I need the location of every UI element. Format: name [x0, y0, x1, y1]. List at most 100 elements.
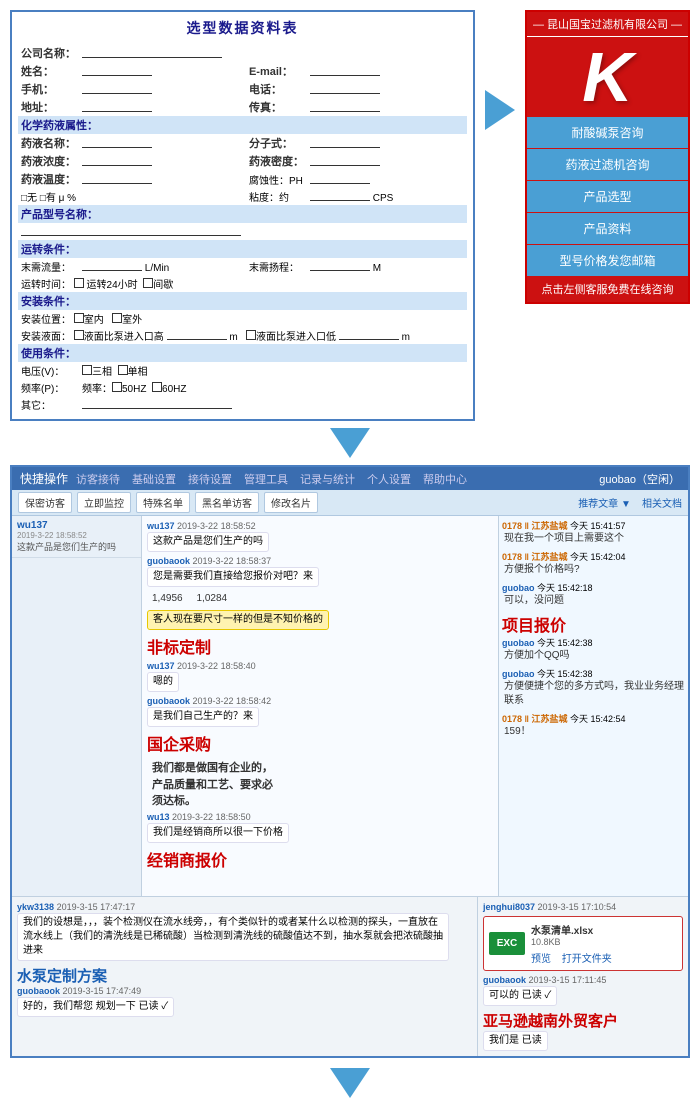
right-header-0178-3: 0178 ‖ 江苏盐城 今天 15:42:54 [502, 712, 685, 725]
bottom-header-guobao: guobaook 2019-3-15 17:47:49 [17, 986, 472, 996]
drug-name-label: 药液名称： [18, 134, 79, 152]
menu-item-model[interactable]: 产品选型 [527, 181, 688, 212]
right-time-guobao-3: 今天 15:42:38 [537, 669, 593, 679]
model-field [21, 224, 241, 236]
address-field [82, 100, 152, 112]
bottom-user-guobao: guobaook [17, 986, 60, 996]
annotation-feiding: 非标定制 [147, 634, 493, 658]
bottom-header-ykw: ykw3138 2019-3-15 17:47:17 [17, 902, 472, 912]
company-header: — 昆山国宝过滤机有限公司 — [527, 12, 688, 37]
voltage-label: 电压(V)： [18, 362, 79, 379]
cli-preview-wu137: 这款产品是您们生产的吗 [17, 540, 136, 553]
nav-reception[interactable]: 接待设置 [188, 471, 232, 487]
annotation-amazon: 亚马逊越南外贸客户 [483, 1013, 618, 1030]
usage-section-header: 使用条件： [18, 344, 467, 362]
right-header-0178-2: 0178 ‖ 江苏盐城 今天 15:42:04 [502, 550, 685, 563]
right-text-0178-1: 现在我一个项目上需要这个 [502, 532, 685, 546]
chemical-section-header: 化学药液属性： [18, 116, 467, 134]
bottom-right-time-guobao2: 2019-3-15 17:11:45 [529, 975, 607, 985]
menu-item-price[interactable]: 型号价格发您邮箱 [527, 245, 688, 276]
top-section: 选型数据资料表 公司名称： 姓名： E-mail： 手机： 电话： 地址： [0, 0, 700, 426]
chat-section: 快捷操作 访客接待 基础设置 接待设置 管理工具 记录与统计 个人设置 帮助中心… [10, 465, 690, 1058]
menu-item-filter[interactable]: 药液过滤机咨询 [527, 149, 688, 180]
toolbar-special-btn[interactable]: 特殊名单 [136, 492, 190, 513]
msg-user-wu137-1: wu137 [147, 521, 175, 531]
company-footer: 点击左侧客服免费在线咨询 [527, 276, 688, 302]
freq-label: 频率(P)： [18, 379, 79, 396]
msg-bubble-wu137-2: 嗯的 [147, 672, 179, 692]
toolbar-docs[interactable]: 相关文档 [642, 499, 682, 510]
msg-bubble-guobao-1: 您是需要我们直接给您报价对吧？来 [147, 567, 319, 587]
other-label: 其它： [18, 396, 79, 413]
msg-user-guobao-1: guobaook [147, 556, 190, 566]
chat-toolbar2: 保密访客 立即监控 特殊名单 黑名单访客 修改名片 推荐文章 ▼ 相关文档 [12, 490, 688, 516]
file-attachment: EXC 水泵清单.xlsx 10.8KB 预览 打开文件夹 [483, 916, 683, 971]
other-field [82, 397, 232, 409]
bottom-user-ykw: ykw3138 [17, 902, 54, 912]
right-user-0178-1: 0178 ‖ 江苏盐城 [502, 521, 568, 531]
bottom-arrow-icon [330, 1068, 370, 1098]
annotation-guoqi: 国企采购 [147, 731, 493, 755]
toolbar-recommend[interactable]: 推荐文章 ▼ [578, 499, 631, 510]
right-user-0178-3: 0178 ‖ 江苏盐城 [502, 714, 568, 724]
chat-top-nav: 访客接待 基础设置 接待设置 管理工具 记录与统计 个人设置 帮助中心 [76, 471, 467, 487]
company-menu: 耐酸碱泵咨询 药液过滤机咨询 产品选型 产品资料 型号价格发您邮箱 [527, 117, 688, 276]
msg-bubble-wu13-1: 我们是经销商所以很一下价格 [147, 823, 289, 843]
chat-user-status: guobao（空闲） [599, 471, 680, 487]
company-label: 公司名称： [18, 44, 79, 62]
mid-arrow-container [0, 426, 700, 460]
bottom-time-guobao: 2019-3-15 17:47:49 [63, 986, 142, 996]
particle-options: □无 □有 μ % [18, 188, 246, 205]
flow-rate-field: L/Min [79, 258, 246, 275]
flow-section-header: 运转条件： [18, 240, 467, 258]
msg-header-guobao-1: guobaook 2019-3-22 18:58:37 [147, 556, 493, 566]
file-preview-btn[interactable]: 预览 [531, 954, 551, 965]
head-label: 末需扬程： [246, 258, 307, 275]
nav-personal[interactable]: 个人设置 [367, 471, 411, 487]
file-open-btn[interactable]: 打开文件夹 [562, 954, 612, 965]
toolbar-blacklist-btn[interactable]: 黑名单访客 [195, 492, 259, 513]
chat-bottom-right: jenghui8037 2019-3-15 17:10:54 EXC 水泵清单.… [478, 897, 688, 1056]
nav-manage[interactable]: 管理工具 [244, 471, 288, 487]
nav-stats[interactable]: 记录与统计 [300, 471, 355, 487]
bottom-arrow-container [0, 1063, 700, 1108]
toolbar-card-btn[interactable]: 修改名片 [264, 492, 318, 513]
fax-label: 传真： [246, 98, 307, 116]
company-k-logo: K [582, 42, 633, 112]
right-arrow-container [485, 10, 515, 130]
bottom-right-msg-guobao2: guobaook 2019-3-15 17:11:45 可以的 已读 ✓ [483, 975, 683, 1006]
file-name: 水泵清单.xlsx [531, 922, 677, 937]
right-text-guobao-1: 可以，没问题 [502, 594, 685, 608]
menu-item-material[interactable]: 产品资料 [527, 213, 688, 244]
chat-list-item-wu137[interactable]: wu137 2019-3-22 18:58:52 这款产品是您们生产的吗 [12, 516, 141, 558]
toolbar-secret-btn[interactable]: 保密访客 [18, 492, 72, 513]
density-label: 药液密度： [246, 152, 307, 170]
mobile-label: 手机： [18, 80, 79, 98]
email-field [310, 64, 380, 76]
flow-rate-label: 末需流量： [18, 258, 79, 275]
msg-header-wu13-1: wu13 2019-3-22 18:58:50 [147, 812, 493, 822]
run-options: 运转时间： 运转24小时 间歇 [18, 275, 467, 292]
msg-user-wu13-1: wu13 [147, 812, 170, 822]
chat-main: wu137 2019-3-22 18:58:52 这款产品是您们生产的吗 guo… [142, 516, 498, 896]
msg-time-guobao-1: 2019-3-22 18:58:37 [193, 556, 272, 566]
toolbar-monitor-btn[interactable]: 立即监控 [77, 492, 131, 513]
msg-row-values: 1,4956 1,0284 [147, 591, 493, 606]
right-user-guobao-1: guobao [502, 583, 535, 593]
right-header-guobao-2: guobao 今天 15:42:38 [502, 636, 685, 649]
nav-visit[interactable]: 访客接待 [76, 471, 120, 487]
nav-basic[interactable]: 基础设置 [132, 471, 176, 487]
right-header-0178-1: 0178 ‖ 江苏盐城 今天 15:41:57 [502, 519, 685, 532]
corrosion-field [310, 172, 370, 184]
menu-item-pump[interactable]: 耐酸碱泵咨询 [527, 117, 688, 148]
msg-row-guobao-2: guobaook 2019-3-22 18:58:42 是我们自己生产的？来 [147, 696, 493, 727]
phone-label: 电话： [246, 80, 307, 98]
drug-temp-label: 药液温度： [18, 170, 79, 188]
right-time-guobao-2: 今天 15:42:38 [537, 638, 593, 648]
location-options: 安装位置： 室内 室外 [18, 310, 246, 327]
nav-help[interactable]: 帮助中心 [423, 471, 467, 487]
annotation-guoqi-text: 我们都是做国有企业的，产品质量和工艺、要求必须达标。 [147, 758, 493, 812]
chat-inner: wu137 2019-3-22 18:58:52 这款产品是您们生产的吗 wu1… [12, 516, 688, 896]
density-field [310, 154, 380, 166]
file-info: 水泵清单.xlsx 10.8KB 预览 打开文件夹 [531, 922, 677, 965]
